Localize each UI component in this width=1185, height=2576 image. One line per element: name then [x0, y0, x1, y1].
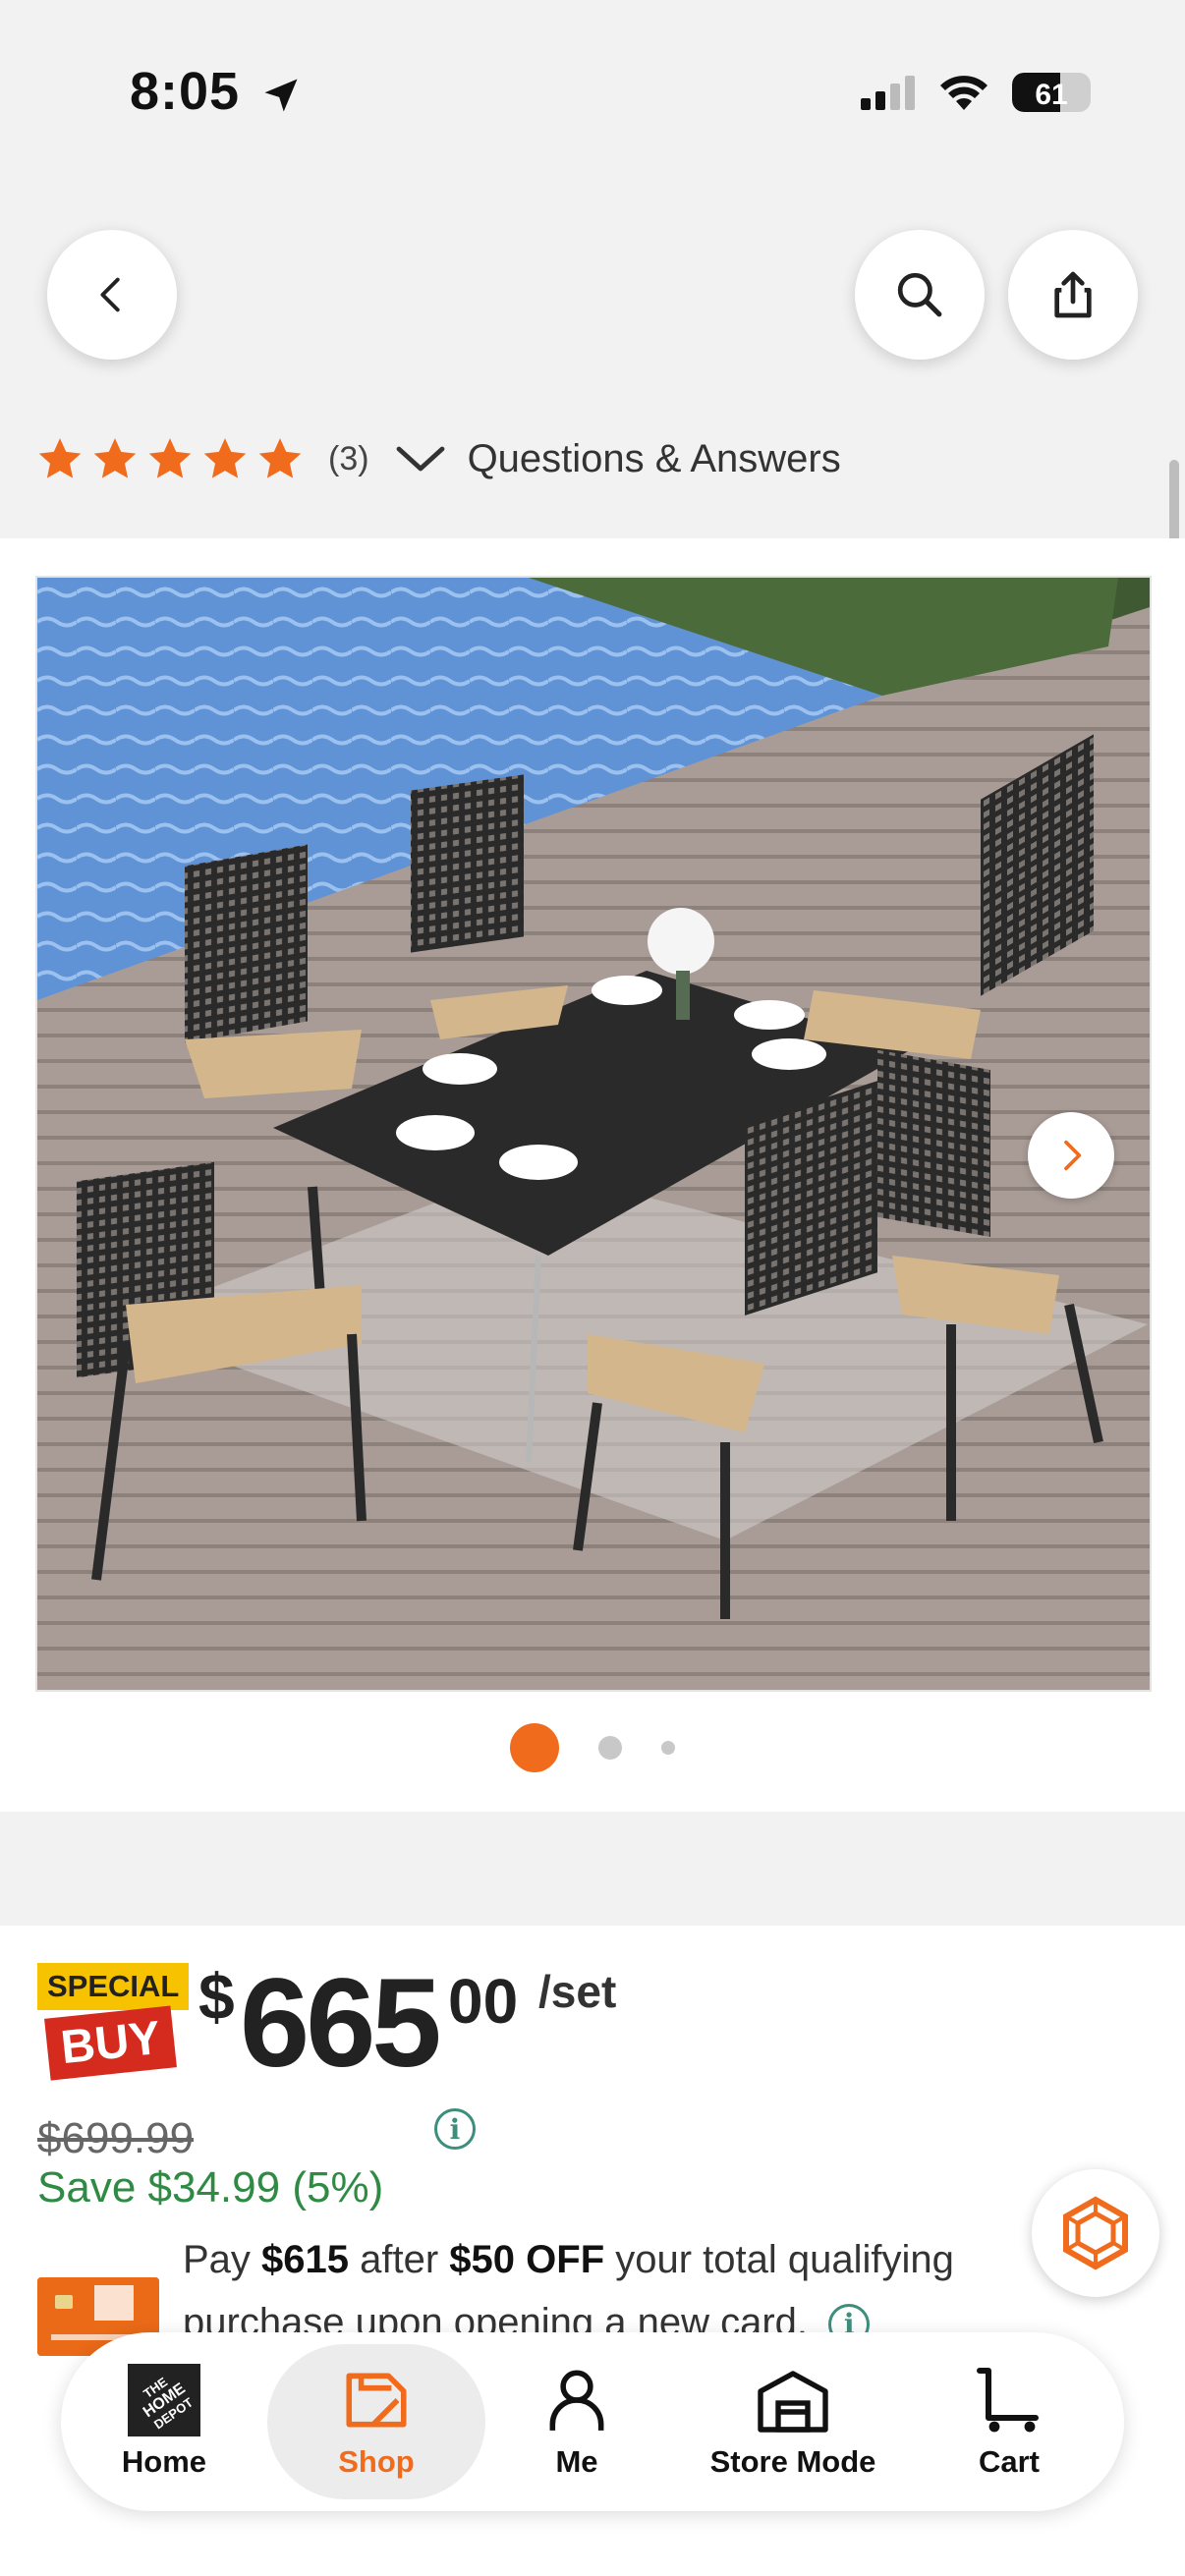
search-icon — [897, 272, 942, 317]
tab-shop-label: Shop — [338, 2444, 415, 2479]
price-dollars: 665 — [240, 1953, 442, 2094]
tab-cart-label: Cart — [978, 2444, 1040, 2479]
gallery-pagination — [0, 1723, 1185, 1772]
cart-icon — [977, 2368, 1039, 2433]
star-icon — [148, 438, 192, 478]
bottom-tab-bar: THE HOME DEPOT Home Shop Me Store Mode C… — [61, 2332, 1124, 2511]
star-rating — [35, 434, 305, 483]
price-info-icon[interactable]: i — [434, 2108, 476, 2150]
pagination-dot-active[interactable] — [510, 1723, 559, 1772]
tab-home-label: Home — [121, 2444, 207, 2479]
share-icon — [1054, 271, 1092, 318]
promo-pay-amount: $615 — [261, 2238, 350, 2281]
chevron-down-icon — [396, 446, 444, 472]
promo-off: $50 OFF — [449, 2238, 605, 2281]
share-button[interactable] — [1008, 230, 1138, 360]
rating-row[interactable]: (3) Questions & Answers — [35, 424, 841, 493]
next-image-button[interactable] — [1028, 1112, 1114, 1199]
status-time: 8:05 — [130, 61, 303, 122]
pagination-dot[interactable] — [661, 1741, 675, 1755]
tab-me-label: Me — [555, 2444, 598, 2479]
chevron-right-icon — [1064, 1140, 1082, 1171]
star-icon — [93, 438, 137, 478]
tab-shop[interactable]: Shop — [289, 2332, 464, 2511]
status-icons: 61 — [861, 73, 1091, 112]
battery-percent: 61 — [1035, 79, 1068, 111]
savings-text: Save $34.99 (5%) — [37, 2163, 384, 2212]
buy-badge: BUY — [44, 2005, 178, 2081]
tab-cart[interactable]: Cart — [926, 2332, 1093, 2511]
original-price: $699.99 — [37, 2114, 195, 2162]
status-time-text: 8:05 — [130, 62, 241, 121]
assistant-button[interactable] — [1032, 2169, 1159, 2297]
chevron-left-icon — [100, 277, 120, 312]
product-image[interactable] — [35, 576, 1152, 1692]
back-button[interactable] — [47, 230, 177, 360]
star-icon — [203, 438, 247, 478]
tab-store-mode-label: Store Mode — [709, 2444, 876, 2479]
price-cents: 00 — [448, 1966, 519, 2037]
cellular-signal-icon — [861, 76, 915, 110]
qa-label: Questions & Answers — [467, 436, 841, 480]
star-icon — [258, 438, 302, 478]
home-depot-logo-icon: THE HOME DEPOT — [128, 2364, 200, 2436]
patio-dining-set-photo — [37, 578, 1150, 1690]
wifi-icon — [940, 76, 988, 110]
shop-tag-icon — [346, 2373, 407, 2428]
tab-me[interactable]: Me — [493, 2332, 660, 2511]
search-button[interactable] — [855, 230, 985, 360]
store-icon — [758, 2371, 828, 2433]
review-count[interactable]: (3) — [328, 440, 369, 478]
tab-home[interactable]: THE HOME DEPOT Home — [81, 2332, 248, 2511]
battery-icon: 61 — [1012, 73, 1091, 112]
star-icon — [38, 438, 82, 478]
person-icon — [549, 2370, 604, 2431]
tab-store-mode[interactable]: Store Mode — [670, 2332, 916, 2511]
hexagon-assistant-icon — [1063, 2196, 1128, 2270]
promo-mid: after — [349, 2238, 450, 2281]
promo-pre: Pay — [183, 2238, 262, 2281]
pagination-dot[interactable] — [598, 1736, 622, 1760]
price-unit: /set — [538, 1966, 617, 2017]
location-arrow-icon — [264, 79, 298, 112]
price-currency: $ — [198, 1960, 235, 2033]
questions-answers-link[interactable]: Questions & Answers — [395, 437, 841, 481]
special-badge: SPECIAL — [37, 1963, 190, 2010]
